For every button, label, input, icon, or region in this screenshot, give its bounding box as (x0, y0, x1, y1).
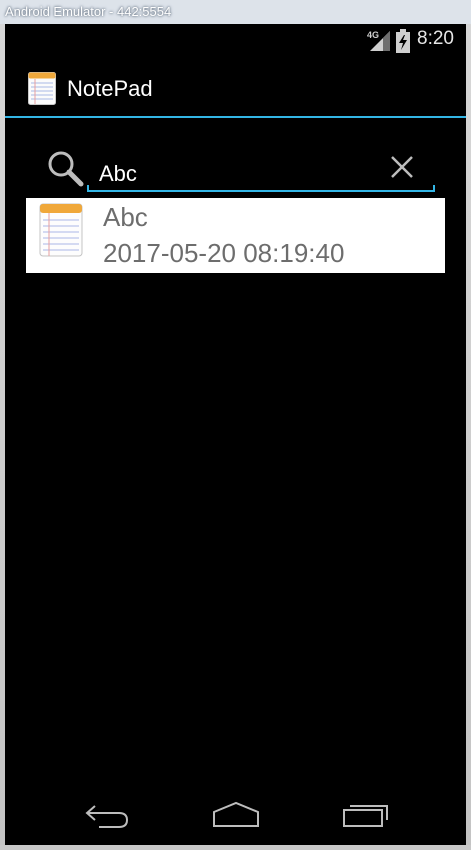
recent-apps-icon[interactable] (341, 800, 391, 830)
note-list-item[interactable]: Abc 2017-05-20 08:19:40 (26, 198, 445, 273)
app-title: NotePad (67, 76, 153, 101)
magnifier-icon (48, 151, 84, 187)
emulator-window-title: Android Emulator - 442:5554 (5, 4, 172, 19)
network-type-label: 4G (367, 30, 380, 40)
emulator-title-bar: Android Emulator - 442:5554 (0, 0, 471, 25)
battery-icon (396, 29, 410, 53)
close-icon[interactable] (388, 153, 416, 181)
window-border-right (466, 24, 471, 850)
search-input-underline (87, 185, 435, 192)
back-arrow-icon[interactable] (83, 800, 131, 830)
window-border-bottom (0, 845, 471, 850)
note-date: 2017-05-20 08:19:40 (103, 238, 345, 268)
home-icon[interactable] (211, 800, 261, 830)
notepad-icon[interactable] (28, 72, 56, 105)
notepad-icon (39, 203, 83, 257)
action-bar-divider (5, 116, 466, 118)
search-input[interactable] (89, 157, 435, 191)
note-title: Abc (103, 202, 148, 232)
status-time: 8:20 (417, 28, 454, 49)
device-screen: 4G 8:20 NotePad Abc Abc 2017-05-20 08:19… (5, 24, 466, 845)
